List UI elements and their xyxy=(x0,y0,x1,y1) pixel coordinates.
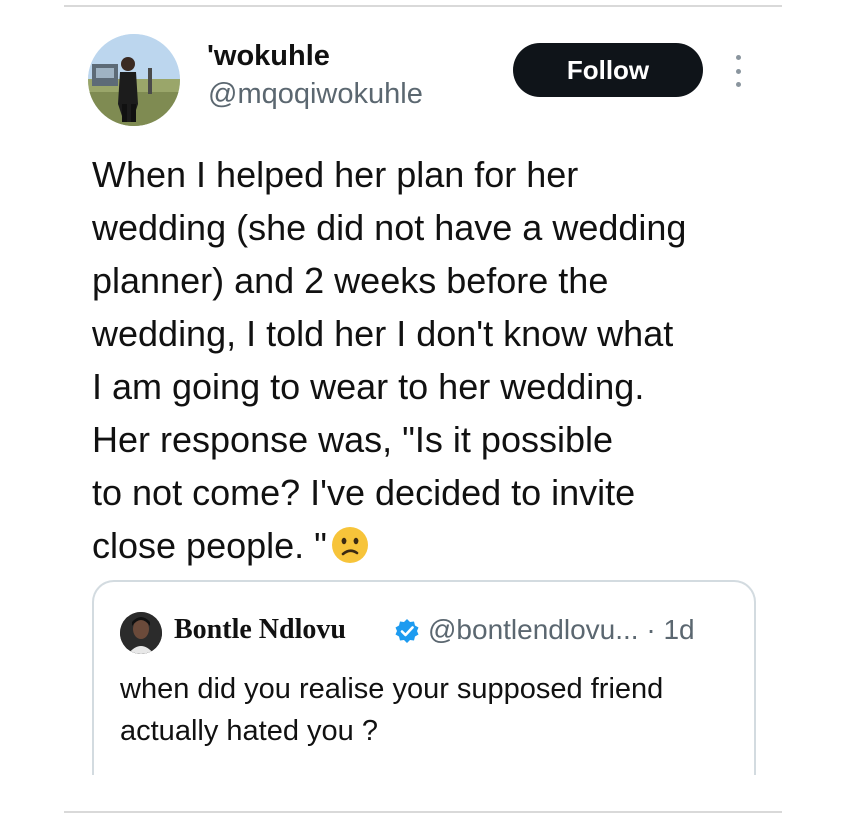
quoted-text-line: actually hated you ? xyxy=(120,715,378,747)
confused-face-emoji-icon xyxy=(331,527,368,563)
bottom-divider xyxy=(64,811,782,813)
author-avatar[interactable] xyxy=(88,34,180,126)
quoted-author-name[interactable]: Bontle Ndlovu xyxy=(174,614,346,646)
tweet-text-line: wedding, I told her I don't know what xyxy=(92,313,674,354)
more-dot xyxy=(735,55,741,60)
tweet-text-line: wedding (she did not have a wedding xyxy=(92,207,687,248)
quoted-tweet-card[interactable]: Bontle Ndlovu @bontlendlovu... · 1d when… xyxy=(92,580,756,775)
more-options-icon[interactable] xyxy=(732,55,744,87)
tweet-text-line: Her response was, "Is it possible xyxy=(92,419,613,460)
quoted-profile-photo-icon xyxy=(120,612,162,654)
quoted-author-handle-time[interactable]: @bontlendlovu... · 1d xyxy=(428,614,695,646)
quoted-author-avatar[interactable] xyxy=(120,612,162,654)
author-handle[interactable]: @mqoqiwokuhle xyxy=(208,78,423,111)
tweet-text-line: I am going to wear to her wedding. xyxy=(92,366,645,407)
verified-badge-icon xyxy=(395,619,419,643)
more-dot xyxy=(735,68,741,74)
profile-photo-icon xyxy=(88,34,180,126)
more-dot xyxy=(735,82,741,87)
tweet-body: When I helped her plan for her wedding (… xyxy=(92,148,792,572)
tweet-text-line: When I helped her plan for her xyxy=(92,154,579,195)
tweet-text-line: planner) and 2 weeks before the xyxy=(92,260,609,301)
author-display-name[interactable]: 'wokuhle xyxy=(207,40,330,73)
quoted-tweet-body: when did you realise your supposed frien… xyxy=(120,668,740,752)
tweet-text-line-last: close people. " xyxy=(92,519,792,572)
quoted-text-line: when did you realise your supposed frien… xyxy=(120,673,664,705)
follow-button[interactable]: Follow xyxy=(513,43,703,97)
top-divider xyxy=(64,5,782,7)
tweet-text-line: to not come? I've decided to invite xyxy=(92,472,636,513)
tweet-text-line: close people. " xyxy=(92,525,327,566)
